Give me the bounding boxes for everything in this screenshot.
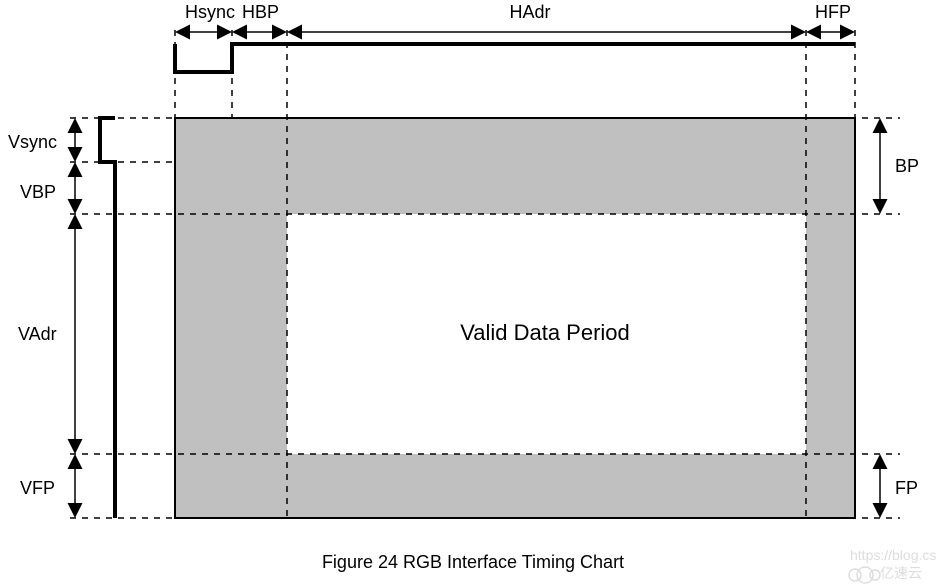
vsync-waveform: [100, 118, 115, 518]
hsync-waveform: [175, 44, 855, 72]
label-vadr: VAdr: [18, 324, 57, 344]
cloud-icon: [849, 567, 880, 583]
watermark-brand: 亿速云: [880, 565, 922, 581]
label-vfp: VFP: [20, 478, 55, 498]
label-bp: BP: [895, 156, 919, 176]
label-vbp: VBP: [20, 182, 56, 202]
figure-caption: Figure 24 RGB Interface Timing Chart: [322, 552, 624, 572]
label-vsync: Vsync: [8, 132, 57, 152]
watermark-url: https://blog.cs: [850, 547, 936, 563]
label-fp: FP: [895, 478, 918, 498]
label-hbp: HBP: [242, 2, 279, 22]
timing-area: [175, 118, 855, 518]
label-hsync: Hsync: [185, 2, 235, 22]
label-hadr: HAdr: [509, 2, 550, 22]
label-hfp: HFP: [815, 2, 851, 22]
label-valid-data: Valid Data Period: [460, 320, 630, 345]
